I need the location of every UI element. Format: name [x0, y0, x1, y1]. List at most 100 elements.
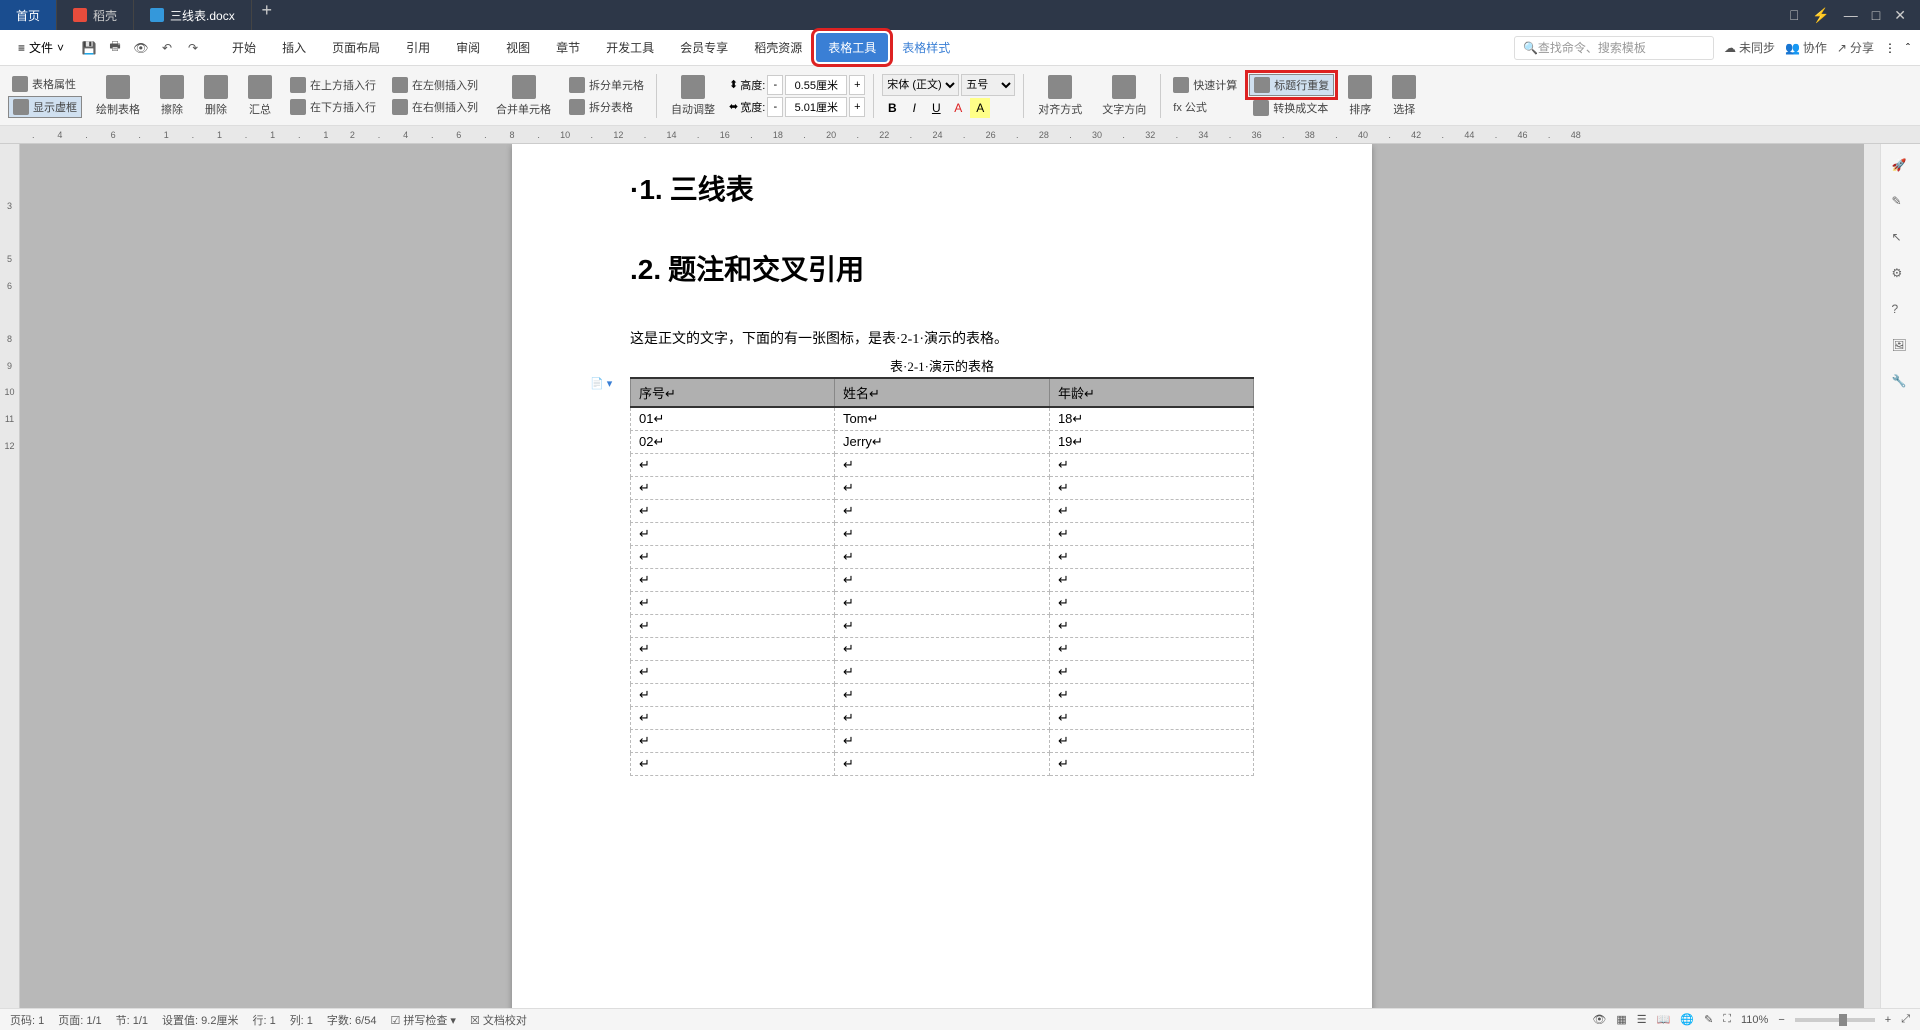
tab-review[interactable]: 审阅: [444, 33, 492, 62]
pencil-panel-icon[interactable]: ✎: [1892, 194, 1910, 212]
sort-button[interactable]: 排序: [1342, 71, 1378, 121]
show-border-button[interactable]: 显示虚框: [8, 96, 82, 118]
table-cell[interactable]: ↵: [1049, 615, 1253, 638]
table-row[interactable]: ↵↵↵: [631, 454, 1254, 477]
ruler-horizontal[interactable]: .4.6.1.1.1.12.4.6.8.10.12.14.16.18.20.22…: [0, 126, 1920, 144]
table-cell[interactable]: ↵: [835, 730, 1050, 753]
table-cell[interactable]: ↵: [631, 454, 835, 477]
table-row[interactable]: ↵↵↵: [631, 661, 1254, 684]
table-cell[interactable]: ↵: [631, 477, 835, 500]
tab-table-style[interactable]: 表格样式: [890, 33, 962, 62]
font-name-select[interactable]: 宋体 (正文): [882, 74, 959, 96]
table-cell[interactable]: ↵: [835, 707, 1050, 730]
redo-icon[interactable]: ↷: [184, 39, 202, 57]
settings-panel-icon[interactable]: ⚙: [1892, 266, 1910, 284]
delete-button[interactable]: 删除: [198, 71, 234, 121]
to-text-button[interactable]: 转换成文本: [1249, 98, 1334, 118]
maximize-button[interactable]: □: [1872, 7, 1880, 23]
table-anchor-icon[interactable]: 📄 ▾: [590, 377, 612, 390]
tab-docer-res[interactable]: 稻壳资源: [742, 33, 814, 62]
insert-below-button[interactable]: 在下方插入行: [286, 97, 380, 117]
share-button[interactable]: ↗ 分享: [1837, 39, 1874, 56]
table-cell[interactable]: ↵: [631, 753, 835, 776]
tab-start[interactable]: 开始: [220, 33, 268, 62]
table-cell[interactable]: 19↵: [1049, 431, 1253, 454]
table-cell[interactable]: ↵: [1049, 454, 1253, 477]
doc-table[interactable]: 序号↵姓名↵年龄↵ 01↵Tom↵18↵02↵Jerry↵19↵↵↵↵↵↵↵↵↵…: [630, 377, 1254, 776]
table-row[interactable]: ↵↵↵: [631, 592, 1254, 615]
italic-button[interactable]: I: [904, 98, 924, 118]
underline-button[interactable]: U: [926, 98, 946, 118]
zoom-out-button[interactable]: −: [1778, 1014, 1784, 1026]
table-cell[interactable]: ↵: [631, 615, 835, 638]
table-cell[interactable]: ↵: [631, 661, 835, 684]
table-cell[interactable]: ↵: [1049, 592, 1253, 615]
table-cell[interactable]: ↵: [1049, 638, 1253, 661]
eraser-button[interactable]: 擦除: [154, 71, 190, 121]
table-row[interactable]: ↵↵↵: [631, 569, 1254, 592]
document-canvas[interactable]: ·1. 三线表 .2. 题注和交叉引用 这是正文的文字，下面的有一张图标，是表·…: [20, 144, 1864, 1008]
status-page-label[interactable]: 页码: 1: [10, 1015, 44, 1027]
height-plus[interactable]: +: [849, 75, 865, 95]
undo-icon[interactable]: ↶: [158, 39, 176, 57]
table-cell[interactable]: 18↵: [1049, 407, 1253, 431]
new-tab-button[interactable]: +: [252, 0, 282, 30]
table-row[interactable]: ↵↵↵: [631, 707, 1254, 730]
table-row[interactable]: ↵↵↵: [631, 638, 1254, 661]
tab-home[interactable]: 首页: [0, 0, 57, 30]
summary-button[interactable]: 汇总: [242, 71, 278, 121]
search-input[interactable]: 🔍 查找命令、搜索模板: [1514, 36, 1714, 60]
select-button[interactable]: 选择: [1386, 71, 1422, 121]
merge-cells-button[interactable]: 合并单元格: [490, 71, 557, 121]
table-cell[interactable]: ↵: [631, 523, 835, 546]
rocket-icon[interactable]: 🚀: [1892, 158, 1910, 176]
header-repeat-button[interactable]: 标题行重复: [1249, 74, 1334, 96]
table-cell[interactable]: ↵: [631, 592, 835, 615]
tab-document[interactable]: 三线表.docx: [134, 0, 252, 30]
box-icon[interactable]: ⎕: [1790, 7, 1798, 24]
zoom-slider[interactable]: [1795, 1018, 1875, 1022]
tab-table-tools[interactable]: 表格工具: [816, 33, 888, 62]
table-cell[interactable]: ↵: [1049, 523, 1253, 546]
tab-chapter[interactable]: 章节: [544, 33, 592, 62]
table-header[interactable]: 姓名↵: [835, 378, 1050, 407]
table-row[interactable]: ↵↵↵: [631, 500, 1254, 523]
table-row[interactable]: 02↵Jerry↵19↵: [631, 431, 1254, 454]
collab-button[interactable]: 👥 协作: [1785, 39, 1827, 56]
table-cell[interactable]: Jerry↵: [835, 431, 1050, 454]
table-row[interactable]: ↵↵↵: [631, 615, 1254, 638]
table-cell[interactable]: ↵: [835, 661, 1050, 684]
status-proof[interactable]: ☒ 文档校对: [470, 1012, 527, 1028]
table-row[interactable]: ↵↵↵: [631, 684, 1254, 707]
formula-button[interactable]: fx 公式: [1169, 97, 1241, 117]
table-cell[interactable]: ↵: [1049, 684, 1253, 707]
tab-docer[interactable]: 稻壳: [57, 0, 134, 30]
font-color-button[interactable]: A: [948, 98, 968, 118]
view-page-icon[interactable]: ▦: [1616, 1013, 1626, 1026]
table-row[interactable]: ↵↵↵: [631, 730, 1254, 753]
table-cell[interactable]: ↵: [835, 684, 1050, 707]
help-icon[interactable]: ?: [1892, 302, 1910, 320]
table-row[interactable]: ↵↵↵: [631, 546, 1254, 569]
table-cell[interactable]: Tom↵: [835, 407, 1050, 431]
font-size-select[interactable]: 五号: [961, 74, 1015, 96]
table-cell[interactable]: ↵: [631, 638, 835, 661]
table-cell[interactable]: ↵: [835, 546, 1050, 569]
save-icon[interactable]: 💾: [80, 39, 98, 57]
ruler-vertical[interactable]: 35689101112: [0, 144, 20, 1008]
table-row[interactable]: ↵↵↵: [631, 753, 1254, 776]
highlight-button[interactable]: A: [970, 98, 990, 118]
collapse-ribbon-icon[interactable]: ˆ: [1906, 41, 1910, 55]
status-spell[interactable]: ☑ 拼写检查 ▾: [390, 1012, 456, 1028]
zoom-value[interactable]: 110%: [1741, 1014, 1768, 1026]
table-cell[interactable]: ↵: [631, 569, 835, 592]
table-row[interactable]: 01↵Tom↵18↵: [631, 407, 1254, 431]
close-button[interactable]: ✕: [1894, 7, 1906, 24]
eye-icon[interactable]: 👁: [1592, 1013, 1606, 1026]
minimize-button[interactable]: —: [1844, 7, 1858, 23]
table-row[interactable]: ↵↵↵: [631, 477, 1254, 500]
insert-right-button[interactable]: 在右侧插入列: [388, 97, 482, 117]
insert-left-button[interactable]: 在左侧插入列: [388, 75, 482, 95]
table-cell[interactable]: ↵: [631, 684, 835, 707]
table-cell[interactable]: ↵: [631, 546, 835, 569]
